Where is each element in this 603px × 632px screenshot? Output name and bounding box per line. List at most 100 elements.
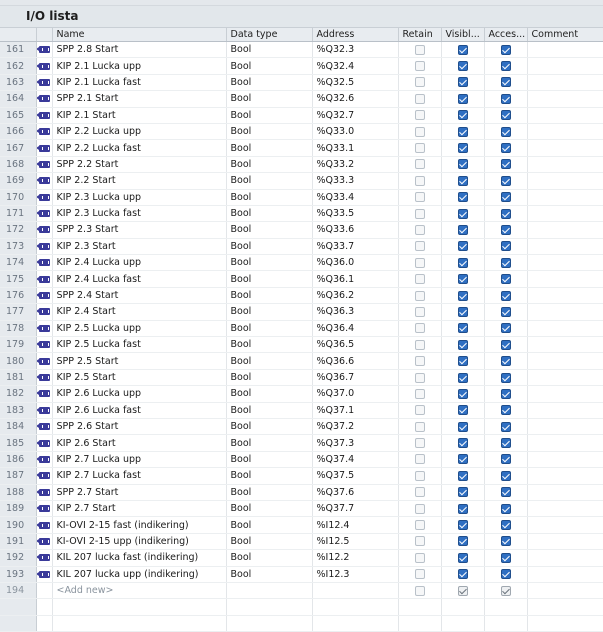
accessible-checkbox[interactable] xyxy=(500,569,511,580)
table-row[interactable]: 185 KIP 2.6 Start Bool %Q37.3 xyxy=(0,434,603,452)
tag-name[interactable]: KIP 2.4 Lucka upp xyxy=(52,254,227,272)
tag-comment[interactable] xyxy=(527,221,603,239)
tag-comment[interactable] xyxy=(527,500,603,518)
retain-checkbox[interactable] xyxy=(414,487,425,498)
tag-data-type[interactable]: Bool xyxy=(226,189,313,206)
tag-address[interactable]: %Q32.7 xyxy=(312,107,399,124)
accessible-checkbox[interactable] xyxy=(500,503,511,514)
tag-name[interactable]: SPP 2.5 Start xyxy=(52,352,227,370)
retain-column-header[interactable]: Retain xyxy=(398,28,442,42)
tag-name[interactable]: KIP 2.2 Lucka fast xyxy=(52,139,227,157)
table-row[interactable]: 161 SPP 2.8 Start Bool %Q32.3 xyxy=(0,41,603,59)
accessible-checkbox[interactable] xyxy=(500,175,511,186)
tag-name[interactable]: KIP 2.6 Start xyxy=(52,434,227,452)
tag-name[interactable]: KI-OVI 2-15 upp (indikering) xyxy=(52,533,227,551)
table-row[interactable]: 166 KIP 2.2 Lucka upp Bool %Q33.0 xyxy=(0,123,603,141)
tag-address[interactable]: %Q36.2 xyxy=(312,287,399,305)
tag-data-type[interactable]: Bool xyxy=(226,369,313,387)
tag-comment[interactable] xyxy=(527,467,603,485)
tag-data-type[interactable]: Bool xyxy=(226,139,313,157)
tag-comment[interactable] xyxy=(527,418,603,436)
visible-checkbox[interactable] xyxy=(457,421,468,432)
visible-checkbox[interactable] xyxy=(457,356,468,367)
accessible-checkbox[interactable] xyxy=(500,61,511,72)
tag-data-type[interactable]: Bool xyxy=(226,172,313,190)
accessible-checkbox[interactable] xyxy=(500,323,511,334)
tag-comment[interactable] xyxy=(527,566,603,583)
retain-checkbox[interactable] xyxy=(414,454,425,465)
retain-checkbox[interactable] xyxy=(414,143,425,154)
table-row[interactable]: 165 KIP 2.1 Start Bool %Q32.7 xyxy=(0,107,603,124)
retain-checkbox[interactable] xyxy=(414,388,425,399)
retain-checkbox[interactable] xyxy=(414,536,425,547)
visible-checkbox[interactable] xyxy=(457,405,468,416)
visible-checkbox[interactable] xyxy=(457,143,468,154)
tag-address[interactable]: %I12.3 xyxy=(312,566,399,583)
tag-data-type[interactable]: Bool xyxy=(226,418,313,436)
tag-data-type[interactable]: Bool xyxy=(226,123,313,141)
tag-address[interactable]: %Q32.4 xyxy=(312,57,399,75)
retain-checkbox[interactable] xyxy=(414,274,425,285)
tag-name[interactable]: KIP 2.7 Lucka upp xyxy=(52,451,227,469)
tag-comment[interactable] xyxy=(527,320,603,338)
tag-comment[interactable] xyxy=(527,270,603,288)
visible-checkbox[interactable] xyxy=(457,569,468,580)
tag-comment[interactable] xyxy=(527,123,603,141)
table-row[interactable]: 178 KIP 2.5 Lucka upp Bool %Q36.4 xyxy=(0,320,603,338)
retain-checkbox[interactable] xyxy=(414,192,425,203)
accessible-checkbox[interactable] xyxy=(500,356,511,367)
tag-data-type[interactable]: Bool xyxy=(226,352,313,370)
tag-comment[interactable] xyxy=(527,74,603,92)
visible-checkbox[interactable] xyxy=(457,454,468,465)
retain-checkbox[interactable] xyxy=(414,224,425,235)
tag-name[interactable]: KIP 2.3 Lucka fast xyxy=(52,205,227,223)
tag-name[interactable]: KIP 2.5 Lucka fast xyxy=(52,336,227,354)
accessible-checkbox[interactable] xyxy=(500,110,511,121)
tag-name[interactable]: KIP 2.6 Lucka upp xyxy=(52,385,227,403)
table-row[interactable]: 182 KIP 2.6 Lucka upp Bool %Q37.0 xyxy=(0,385,603,403)
retain-checkbox[interactable] xyxy=(414,569,425,580)
add-new-row[interactable]: 194 <Add new> xyxy=(0,582,603,600)
tag-name[interactable]: KIP 2.3 Start xyxy=(52,238,227,256)
tag-name[interactable]: SPP 2.6 Start xyxy=(52,418,227,436)
accessible-checkbox[interactable] xyxy=(500,257,511,268)
tag-data-type[interactable]: Bool xyxy=(226,549,313,567)
tag-name[interactable]: SPP 2.1 Start xyxy=(52,90,227,108)
tag-name[interactable]: KIP 2.1 Lucka fast xyxy=(52,74,227,92)
accessible-checkbox[interactable] xyxy=(500,536,511,547)
tag-data-type[interactable]: Bool xyxy=(226,74,313,92)
tag-data-type[interactable]: Bool xyxy=(226,57,313,75)
table-row[interactable]: 193 KIL 207 lucka upp (indikering) Bool %I1… xyxy=(0,566,603,583)
tag-address[interactable]: %Q37.3 xyxy=(312,434,399,452)
retain-checkbox[interactable] xyxy=(414,241,425,252)
visible-checkbox[interactable] xyxy=(457,126,468,137)
retain-checkbox[interactable] xyxy=(414,405,425,416)
accessible-checkbox[interactable] xyxy=(500,405,511,416)
accessible-checkbox[interactable] xyxy=(500,274,511,285)
tag-address[interactable]: %Q33.6 xyxy=(312,221,399,239)
visible-checkbox[interactable] xyxy=(457,388,468,399)
retain-checkbox[interactable] xyxy=(414,175,425,186)
accessible-checkbox[interactable] xyxy=(500,224,511,235)
table-row[interactable]: 172 SPP 2.3 Start Bool %Q33.6 xyxy=(0,221,603,239)
tag-address[interactable]: %Q33.7 xyxy=(312,238,399,256)
table-row[interactable]: 164 SPP 2.1 Start Bool %Q32.6 xyxy=(0,90,603,108)
tag-data-type[interactable]: Bool xyxy=(226,221,313,239)
tag-name[interactable]: KIP 2.5 Start xyxy=(52,369,227,387)
tag-comment[interactable] xyxy=(527,369,603,387)
tag-data-type[interactable]: Bool xyxy=(226,320,313,338)
table-row[interactable]: 175 KIP 2.4 Lucka fast Bool %Q36.1 xyxy=(0,270,603,288)
visible-checkbox[interactable] xyxy=(457,192,468,203)
accessible-checkbox[interactable] xyxy=(500,470,511,481)
tag-data-type[interactable]: Bool xyxy=(226,451,313,469)
tag-comment[interactable] xyxy=(527,303,603,321)
table-row[interactable]: 189 KIP 2.7 Start Bool %Q37.7 xyxy=(0,500,603,518)
retain-checkbox[interactable] xyxy=(414,421,425,432)
tag-data-type[interactable]: Bool xyxy=(226,566,313,583)
table-row[interactable]: 163 KIP 2.1 Lucka fast Bool %Q32.5 xyxy=(0,74,603,92)
tag-data-type[interactable]: Bool xyxy=(226,287,313,305)
tag-comment[interactable] xyxy=(527,156,603,174)
accessible-checkbox[interactable] xyxy=(500,126,511,137)
tag-address[interactable]: %Q37.7 xyxy=(312,500,399,518)
table-row[interactable]: 170 KIP 2.3 Lucka upp Bool %Q33.4 xyxy=(0,189,603,206)
